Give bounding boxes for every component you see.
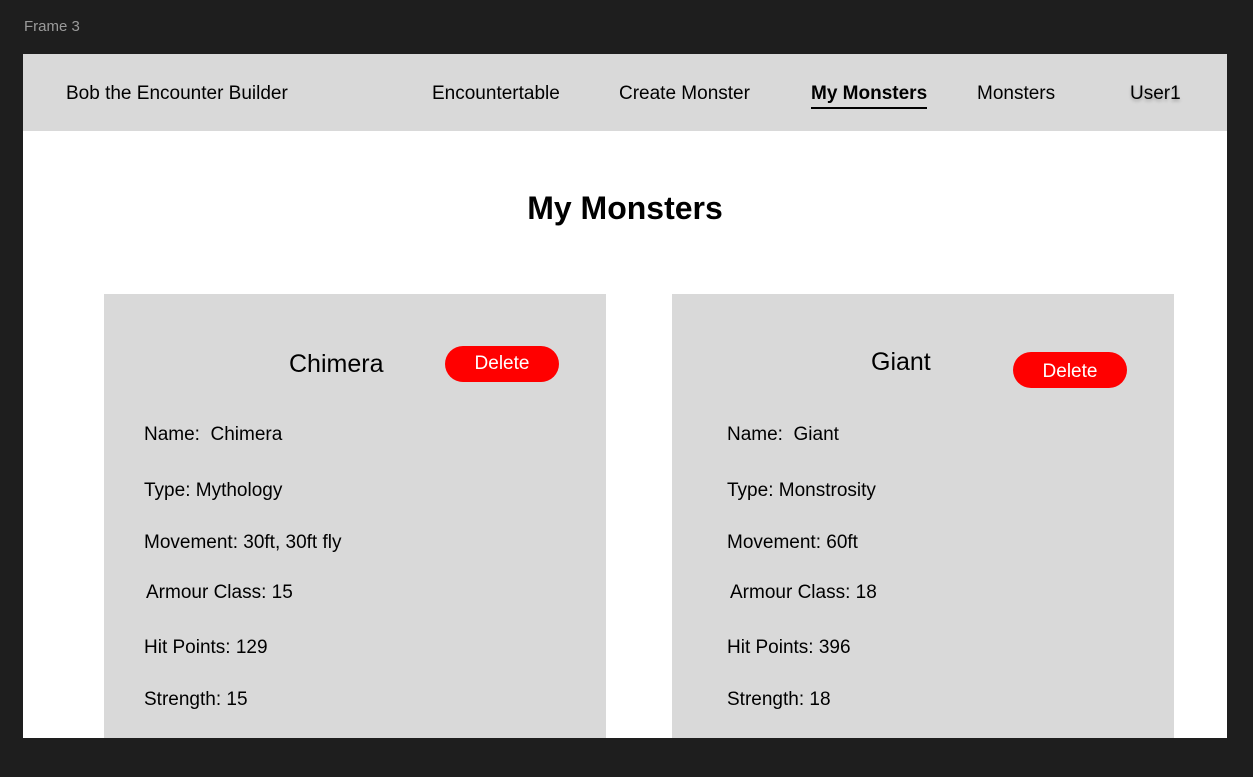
monster-type-field: Type: Mythology bbox=[144, 480, 283, 501]
frame: Bob the Encounter Builder Encountertable… bbox=[23, 54, 1227, 738]
delete-button[interactable]: Delete bbox=[1013, 352, 1127, 388]
navbar: Bob the Encounter Builder Encountertable… bbox=[23, 54, 1227, 131]
monster-strength-field: Strength: 18 bbox=[727, 689, 831, 710]
nav-link-create-monster[interactable]: Create Monster bbox=[619, 83, 750, 105]
page-title: My Monsters bbox=[527, 190, 723, 226]
monster-name-field: Name: Chimera bbox=[144, 424, 283, 445]
frame-label[interactable]: Frame 3 bbox=[24, 18, 80, 35]
delete-button[interactable]: Delete bbox=[445, 346, 559, 382]
nav-link-monsters[interactable]: Monsters bbox=[977, 83, 1055, 105]
user-menu[interactable]: User1 bbox=[1130, 83, 1181, 105]
monster-hit-points-field: Hit Points: 396 bbox=[727, 637, 851, 658]
monster-card: Giant Delete Name: Giant Type: Monstrosi… bbox=[672, 294, 1174, 738]
monster-armour-class-field: Armour Class: 18 bbox=[730, 582, 877, 603]
monster-type-field: Type: Monstrosity bbox=[727, 480, 876, 501]
design-canvas: Frame 3 Bob the Encounter Builder Encoun… bbox=[0, 0, 1253, 777]
nav-link-encountertable[interactable]: Encountertable bbox=[432, 83, 560, 105]
monster-name-field: Name: Giant bbox=[727, 424, 839, 445]
brand-title[interactable]: Bob the Encounter Builder bbox=[66, 83, 288, 105]
monster-card-title: Chimera bbox=[289, 350, 384, 378]
monster-strength-field: Strength: 15 bbox=[144, 689, 248, 710]
monster-card: Chimera Delete Name: Chimera Type: Mytho… bbox=[104, 294, 606, 738]
monster-card-title: Giant bbox=[871, 348, 931, 376]
monster-movement-field: Movement: 60ft bbox=[727, 532, 858, 553]
monster-hit-points-field: Hit Points: 129 bbox=[144, 637, 268, 658]
monster-movement-field: Movement: 30ft, 30ft fly bbox=[144, 532, 342, 553]
nav-link-my-monsters[interactable]: My Monsters bbox=[811, 83, 928, 109]
monster-armour-class-field: Armour Class: 15 bbox=[146, 582, 293, 603]
